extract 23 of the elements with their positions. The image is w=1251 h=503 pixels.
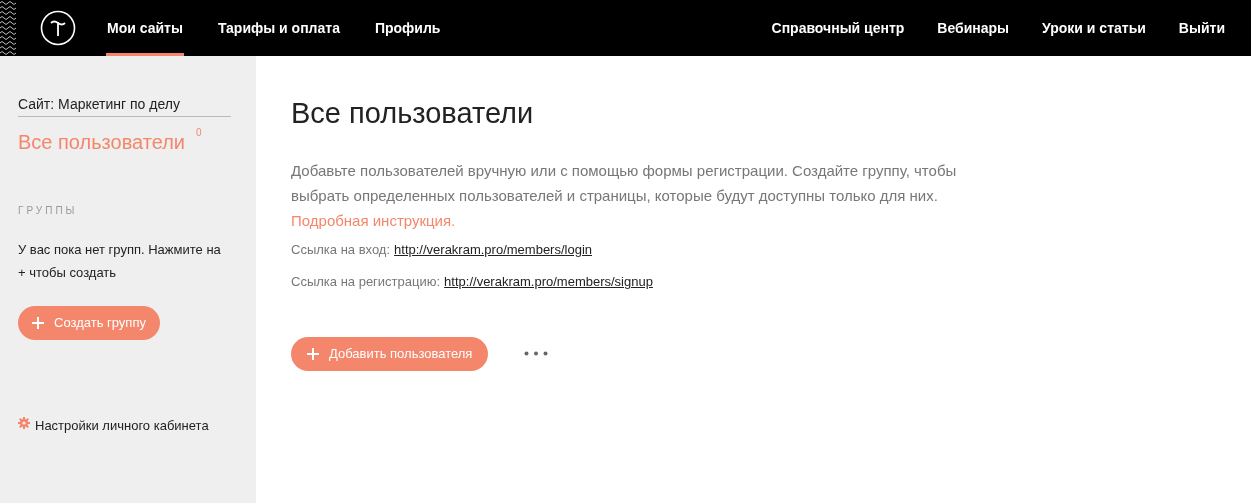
wave-pattern-drawing bbox=[0, 0, 16, 56]
user-count: 0 bbox=[196, 126, 202, 140]
url-link[interactable]: http://verakram.pro/members/signup bbox=[444, 270, 653, 293]
page-title: Все пользователи bbox=[291, 96, 535, 131]
nav-tab[interactable]: Тарифы и оплата bbox=[216, 0, 341, 56]
gear-icon bbox=[18, 416, 30, 429]
plus-icon bbox=[32, 317, 44, 329]
nav-link[interactable]: Вебинары bbox=[937, 0, 1010, 56]
settings-link[interactable]: Настройки личного кабинета bbox=[35, 416, 209, 436]
nav-link[interactable]: Справочный центр bbox=[771, 0, 905, 56]
link-label: Ссылка на вход: bbox=[291, 240, 391, 259]
logo-icon[interactable] bbox=[40, 10, 76, 46]
groups-empty-text: У вас пока нет групп. Нажмите на + чтобы создать bbox=[18, 241, 222, 282]
plus-icon bbox=[307, 347, 319, 360]
description-text: Добавьте пользователей вручную или с помощью формы регистрации. Создайте группу, чтобы выбрать определенных пользователей и страницы, которые будут доступны только для них. bbox=[291, 160, 958, 206]
link-label: Ссылка на регистрацию: bbox=[291, 272, 441, 291]
site-name: Сайт: Маркетинг по делу bbox=[18, 94, 231, 117]
nav-tab[interactable]: Профиль bbox=[373, 0, 442, 56]
nav-link[interactable]: Уроки и статьи bbox=[1042, 0, 1146, 56]
nav-link[interactable]: Выйти bbox=[1178, 0, 1225, 56]
url-link[interactable]: http://verakram.pro/members/login bbox=[394, 238, 593, 261]
more-icon[interactable] bbox=[524, 351, 549, 356]
groups-heading: ГРУППЫ bbox=[18, 204, 79, 218]
